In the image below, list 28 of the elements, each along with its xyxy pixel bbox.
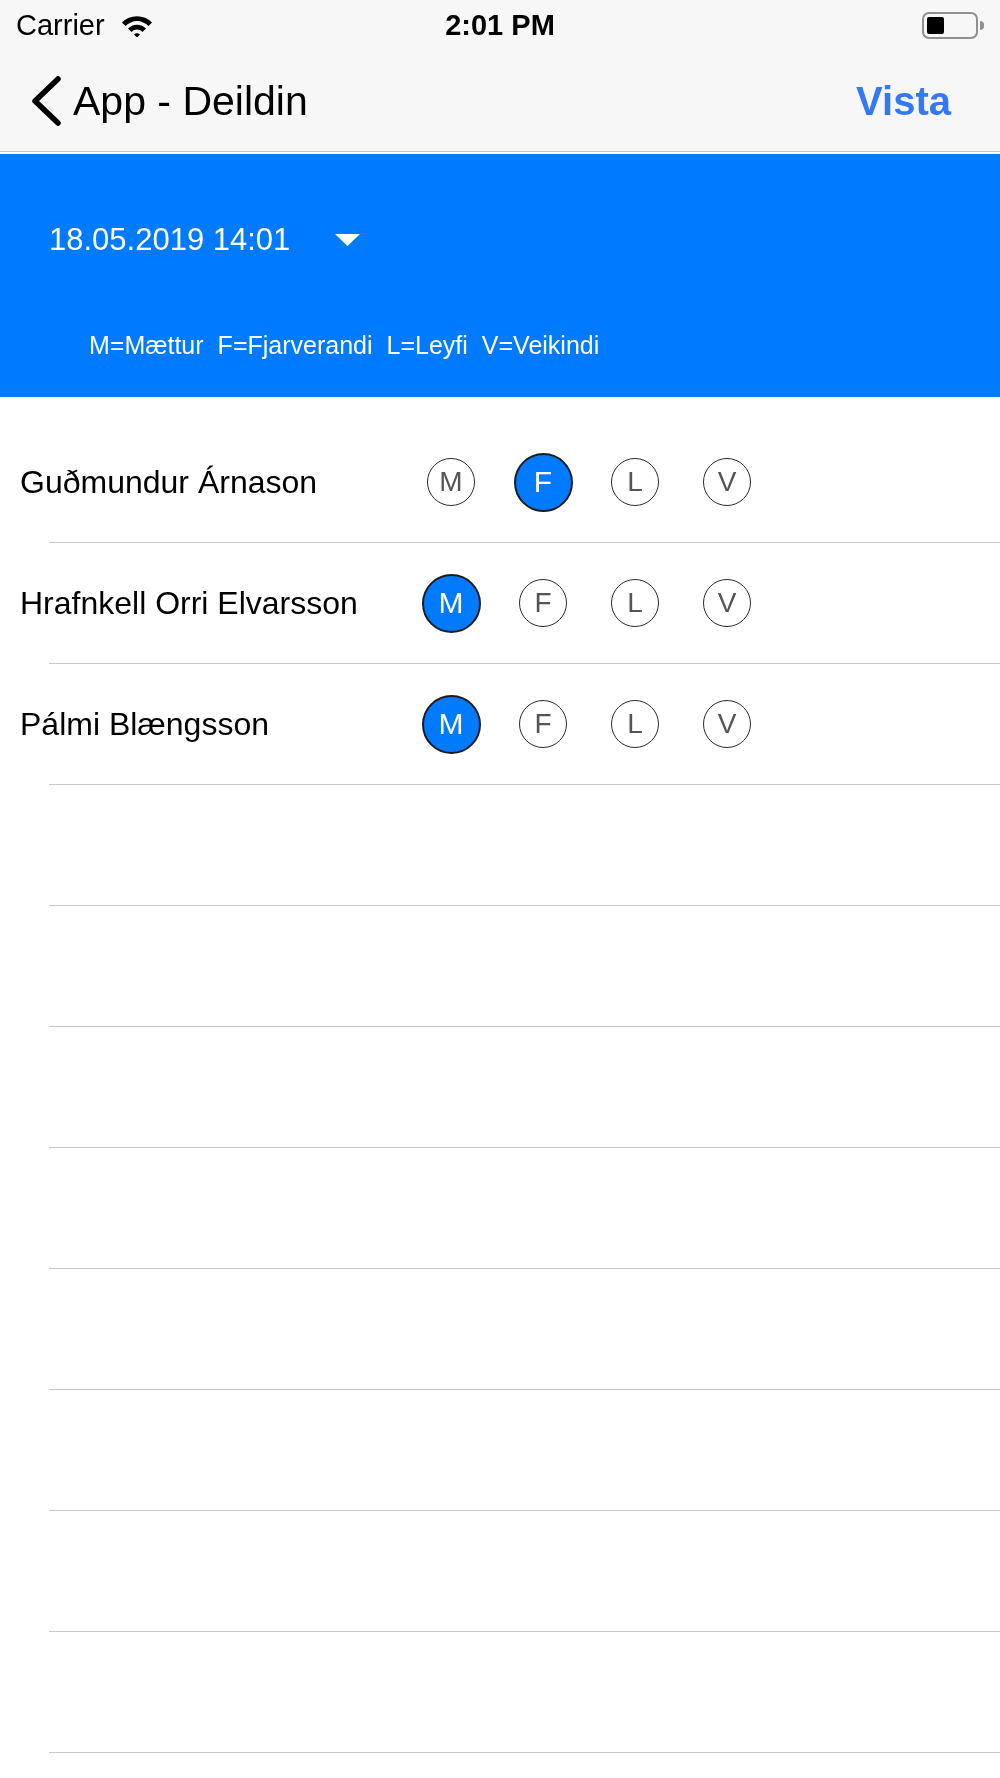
attendance-option[interactable]: L: [611, 700, 659, 748]
battery-icon: [922, 11, 984, 39]
attendance-option[interactable]: F: [519, 579, 567, 627]
carrier-label: Carrier: [16, 8, 105, 42]
person-name: Pálmi Blængsson: [20, 706, 269, 742]
legend-text: M=Mættur: [89, 330, 204, 360]
attendance-option[interactable]: V: [703, 579, 751, 627]
attendance-option[interactable]: V: [703, 700, 751, 748]
back-chevron-icon: [29, 75, 63, 126]
legend-text: V=Veikindi: [481, 330, 600, 360]
caret-down-icon: [335, 234, 361, 246]
attendance-option[interactable]: F: [513, 452, 573, 512]
attendance-option[interactable]: L: [611, 458, 659, 506]
attendance-option[interactable]: F: [519, 700, 567, 748]
attendance-option[interactable]: M: [427, 458, 475, 506]
attendance-option[interactable]: M: [421, 573, 481, 633]
wifi-icon: [120, 13, 153, 37]
legend-text: F=Fjarverandi: [217, 330, 373, 360]
date-dropdown[interactable]: 18.05.2019 14:01: [49, 222, 361, 258]
person-name: Guðmundur Árnason: [20, 464, 318, 500]
save-button[interactable]: Vista: [856, 77, 951, 124]
legend-text: L=Leyfi: [386, 330, 468, 360]
attendance-option[interactable]: V: [703, 458, 751, 506]
back-button[interactable]: App - Deildin: [29, 75, 308, 126]
clock-time: 2:01 PM: [445, 8, 555, 42]
person-name: Hrafnkell Orri Elvarsson: [20, 585, 358, 621]
attendance-option[interactable]: M: [421, 694, 481, 754]
attendance-option[interactable]: L: [611, 579, 659, 627]
